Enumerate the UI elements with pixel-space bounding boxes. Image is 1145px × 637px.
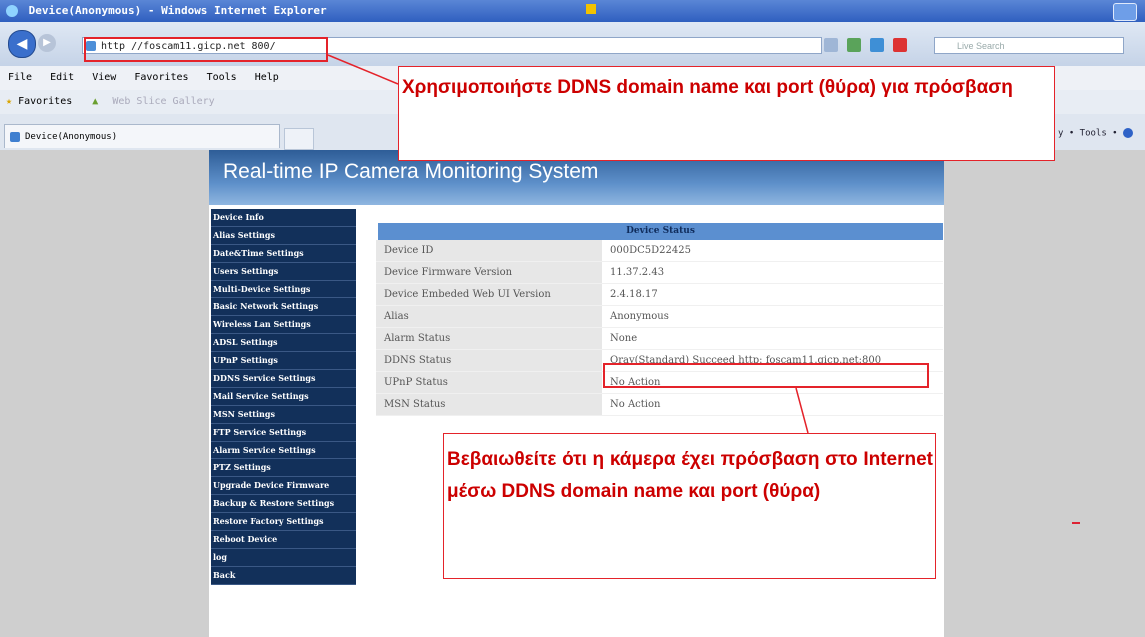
- sidebar-item[interactable]: Mail Service Settings: [211, 388, 356, 406]
- ddns-status-highlight-box: [603, 363, 929, 388]
- sidebar-item[interactable]: Device Info: [211, 209, 356, 227]
- ie-logo-icon: [6, 5, 18, 17]
- search-input[interactable]: Live Search: [934, 37, 1124, 54]
- sidebar-item[interactable]: Users Settings: [211, 263, 356, 281]
- menu-favorites[interactable]: Favorites: [134, 72, 188, 83]
- menu-edit[interactable]: Edit: [50, 72, 74, 83]
- status-label: Device Firmware Version: [376, 262, 602, 283]
- sidebar-item[interactable]: Reboot Device: [211, 531, 356, 549]
- callout-bottom: Βεβαιωθείτε ότι η κάμερα έχει πρόσβαση σ…: [443, 433, 936, 579]
- tools-menu[interactable]: y • Tools •: [1058, 129, 1118, 139]
- tab-device[interactable]: Device(Anonymous): [4, 124, 280, 148]
- status-label: DDNS Status: [376, 350, 602, 371]
- sidebar-item[interactable]: Alarm Service Settings: [211, 442, 356, 460]
- sidebar-item[interactable]: Multi-Device Settings: [211, 281, 356, 299]
- status-row: Device ID 000DC5D22425: [376, 240, 943, 262]
- banner-title: Real-time IP Camera Monitoring System: [223, 160, 599, 183]
- status-row: Device Firmware Version 11.37.2.43: [376, 262, 943, 284]
- page-tools[interactable]: y • Tools •: [1058, 128, 1134, 139]
- sidebar-item[interactable]: Restore Factory Settings: [211, 513, 356, 532]
- dropdown-icon[interactable]: [824, 38, 838, 52]
- sidebar-menu: Device Info Alias Settings Date&Time Setti…: [211, 209, 356, 585]
- flag-icon: [586, 4, 596, 14]
- status-label: MSN Status: [376, 394, 602, 415]
- status-label: UPnP Status: [376, 372, 602, 393]
- status-value: Anonymous: [602, 306, 943, 327]
- status-value: 2.4.18.17: [602, 284, 943, 305]
- status-row: Alias Anonymous: [376, 306, 943, 328]
- status-row: MSN Status No Action: [376, 394, 943, 416]
- sidebar-item[interactable]: Alias Settings: [211, 227, 356, 245]
- back-button[interactable]: ◀: [8, 30, 36, 58]
- sidebar-item[interactable]: DDNS Service Settings: [211, 370, 356, 388]
- status-label: Device Embeded Web UI Version: [376, 284, 602, 305]
- sidebar-item[interactable]: Upgrade Device Firmware: [211, 477, 356, 496]
- address-tools: [822, 37, 932, 54]
- sidebar-item[interactable]: FTP Service Settings: [211, 424, 356, 442]
- menu-file[interactable]: File: [8, 72, 32, 83]
- star-icon: ★: [6, 96, 13, 107]
- status-value: None: [602, 328, 943, 349]
- status-label: Alarm Status: [376, 328, 602, 349]
- sidebar-item[interactable]: UPnP Settings: [211, 352, 356, 371]
- sidebar-item[interactable]: Back: [211, 567, 356, 585]
- status-value: 11.37.2.43: [602, 262, 943, 283]
- status-header: Device Status: [378, 223, 943, 240]
- web-slice-gallery[interactable]: Web Slice Gallery: [112, 96, 214, 107]
- menu-help[interactable]: Help: [255, 72, 279, 83]
- sidebar-item[interactable]: Wireless Lan Settings: [211, 316, 356, 335]
- compat-icon[interactable]: [847, 38, 862, 52]
- sidebar-item[interactable]: MSN Settings: [211, 406, 356, 424]
- status-label: Device ID: [376, 240, 602, 261]
- tab-title: Device(Anonymous): [25, 132, 118, 142]
- url-highlight-box: [84, 37, 328, 62]
- new-tab-button[interactable]: [284, 128, 314, 150]
- sidebar-item[interactable]: log: [211, 549, 356, 567]
- refresh-icon[interactable]: [870, 38, 885, 52]
- sidebar-item[interactable]: ADSL Settings: [211, 334, 356, 353]
- window-title-bar: Device(Anonymous) - Windows Internet Exp…: [0, 0, 1145, 22]
- tab-page-icon: [10, 132, 20, 142]
- forward-button[interactable]: ▶: [38, 34, 56, 52]
- status-value: No Action: [602, 394, 943, 415]
- red-mark: [1072, 522, 1080, 524]
- help-icon[interactable]: [1123, 128, 1134, 138]
- add-favorite-icon[interactable]: ▲: [92, 96, 98, 107]
- sidebar-item[interactable]: Basic Network Settings: [211, 298, 356, 317]
- menu-tools[interactable]: Tools: [207, 72, 237, 83]
- status-label: Alias: [376, 306, 602, 327]
- status-row: Alarm Status None: [376, 328, 943, 350]
- sidebar-item[interactable]: PTZ Settings: [211, 459, 356, 478]
- window-title: Device(Anonymous) - Windows Internet Exp…: [28, 4, 327, 17]
- status-value: 000DC5D22425: [602, 240, 943, 261]
- status-row: Device Embeded Web UI Version 2.4.18.17: [376, 284, 943, 306]
- callout-top: Χρησιμοποιήστε DDNS domain name και port…: [398, 66, 1055, 161]
- minimize-button[interactable]: [1113, 3, 1137, 21]
- favorites-button[interactable]: Favorites: [18, 96, 72, 107]
- sidebar-item[interactable]: Backup & Restore Settings: [211, 495, 356, 514]
- stop-icon[interactable]: [893, 38, 908, 52]
- menu-view[interactable]: View: [92, 72, 116, 83]
- sidebar-item[interactable]: Date&Time Settings: [211, 245, 356, 263]
